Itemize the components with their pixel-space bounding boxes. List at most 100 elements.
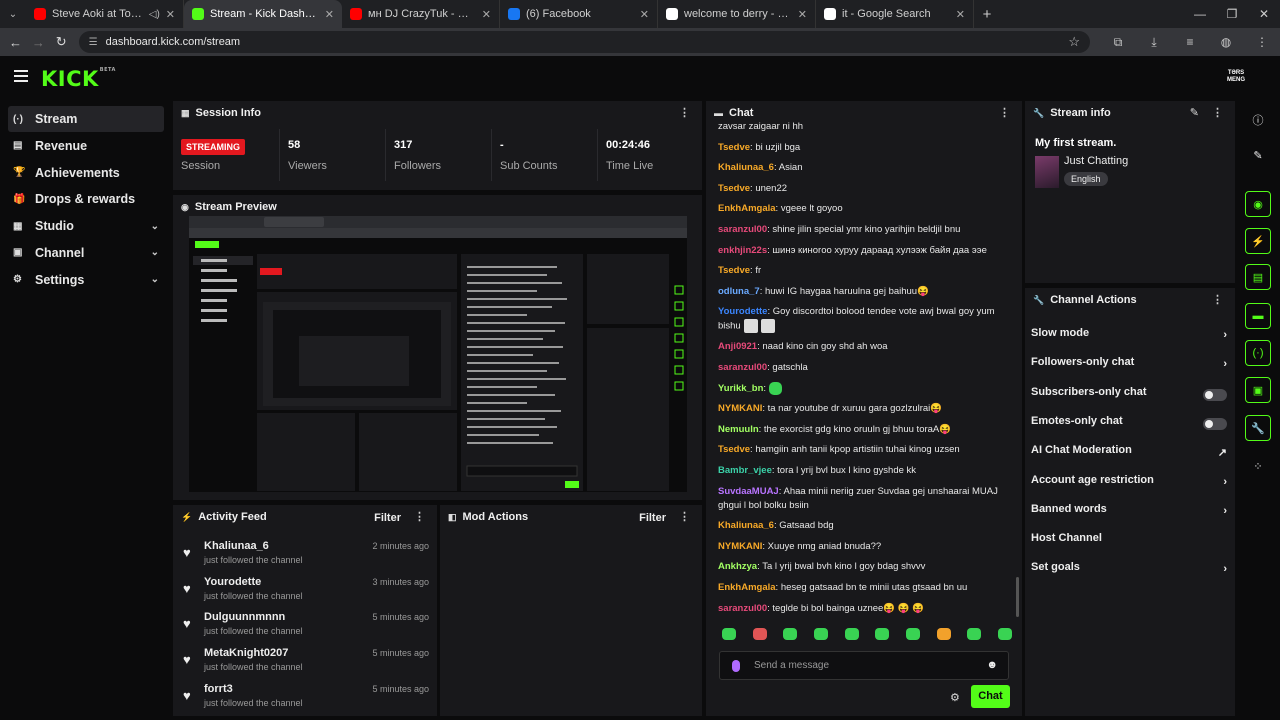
channel-action-host-channel[interactable]: Host Channel xyxy=(1031,532,1227,552)
emote-icon[interactable] xyxy=(905,628,920,640)
channel-action-account-age-restriction[interactable]: Account age restriction › xyxy=(1031,474,1227,494)
url-field[interactable]: ☰ dashboard.kick.com/stream ☆ xyxy=(78,31,1090,53)
new-tab-button[interactable]: + xyxy=(974,6,1000,23)
sidebar-item-achievements[interactable]: 🏆 Achievements xyxy=(8,160,164,186)
emote-icon[interactable] xyxy=(844,628,859,640)
chat-username[interactable]: SuvdaaMUAJ xyxy=(718,486,779,497)
download-icon[interactable]: ⤓ xyxy=(1136,35,1172,50)
chat-scrollbar[interactable] xyxy=(1016,577,1019,617)
follower-name[interactable]: MetaKnight0207 xyxy=(204,647,288,659)
sidebar-item-drops[interactable]: 🎁 Drops & rewards xyxy=(8,186,164,212)
lightning-icon[interactable]: ⚡ xyxy=(1245,228,1271,254)
browser-tab[interactable]: (6) Facebook ✕ xyxy=(500,0,658,28)
channel-action-emotes-only-chat[interactable]: Emotes-only chat xyxy=(1031,415,1227,435)
pencil-icon[interactable]: ✎ xyxy=(1245,142,1271,168)
chat-username[interactable]: Tsedve xyxy=(718,265,750,276)
close-tab-icon[interactable]: ✕ xyxy=(166,8,175,21)
kick-logo[interactable]: KICKBETA xyxy=(41,67,116,91)
chat-username[interactable]: EnkhAmgala xyxy=(718,203,776,214)
document-icon[interactable]: ▤ xyxy=(1245,264,1271,290)
browser-menu-icon[interactable]: ⋮ xyxy=(1244,35,1280,50)
session-menu-icon[interactable]: ⋮ xyxy=(679,106,690,119)
wrench-icon[interactable]: 🔧 xyxy=(1245,415,1271,441)
minimize-icon[interactable]: — xyxy=(1184,0,1216,28)
camera-icon[interactable]: ◉ xyxy=(1245,191,1271,217)
bookmark-star-icon[interactable]: ☆ xyxy=(1068,34,1080,50)
hamburger-menu-icon[interactable] xyxy=(14,70,28,85)
emote-icon[interactable] xyxy=(722,628,736,640)
chat-username[interactable]: NYMKANI xyxy=(718,403,762,414)
sidebar-item-stream[interactable]: (·) Stream xyxy=(8,106,164,132)
channel-action-slow-mode[interactable]: Slow mode › xyxy=(1031,327,1227,347)
browser-tab[interactable]: Stream - Kick Dashboard ✕ xyxy=(184,0,342,28)
channel-action-set-goals[interactable]: Set goals › xyxy=(1031,561,1227,581)
close-tab-icon[interactable]: ✕ xyxy=(482,8,491,21)
toggle-switch[interactable] xyxy=(1203,417,1227,430)
chat-username[interactable]: Ankhzya xyxy=(718,561,757,572)
chat-username[interactable]: Khaliunaa_6 xyxy=(718,162,774,173)
tab-search-icon[interactable]: ⌄ xyxy=(0,0,26,28)
emoji-picker-icon[interactable]: ☻ xyxy=(986,659,998,671)
browser-tab[interactable]: it - Google Search ✕ xyxy=(816,0,974,28)
chat-username[interactable]: Bambr_vjee xyxy=(718,465,772,476)
back-icon[interactable]: ← xyxy=(4,35,27,50)
chat-username[interactable]: odluna_7 xyxy=(718,286,760,297)
broadcast-icon[interactable]: (·) xyxy=(1245,340,1271,366)
stream-category[interactable]: Just Chatting xyxy=(1064,155,1128,167)
chat-username[interactable]: Tsedve xyxy=(718,444,750,455)
apps-icon[interactable]: ⁘ xyxy=(1245,453,1271,479)
chat-username[interactable]: saranzul00 xyxy=(718,224,767,235)
channel-action-followers-only-chat[interactable]: Followers-only chat › xyxy=(1031,356,1227,376)
edit-pencil-icon[interactable]: ✎ xyxy=(1190,106,1199,119)
chat-input[interactable]: Send a message ☻ xyxy=(719,651,1009,680)
close-tab-icon[interactable]: ✕ xyxy=(325,8,334,21)
chat-menu-icon[interactable]: ⋮ xyxy=(999,106,1010,119)
close-tab-icon[interactable]: ✕ xyxy=(640,8,649,21)
emote-icon[interactable] xyxy=(997,628,1012,640)
chat-username[interactable]: Yurikk_bn xyxy=(718,383,763,394)
sidebar-item-settings[interactable]: ⚙ Settings ⌄ xyxy=(8,267,164,293)
speaker-icon[interactable]: ◁) xyxy=(149,9,160,20)
info-icon[interactable]: ⓘ xyxy=(1245,107,1271,133)
send-chat-button[interactable]: Chat xyxy=(971,685,1010,708)
emote-icon[interactable] xyxy=(813,628,828,640)
chat-username[interactable]: Yourodette xyxy=(718,306,767,317)
chat-username[interactable]: NYMKANI xyxy=(718,541,762,552)
chat-username[interactable]: Tsedve xyxy=(718,142,750,153)
forward-icon[interactable]: → xyxy=(27,35,50,50)
chat-settings-icon[interactable]: ⚙ xyxy=(950,691,960,704)
close-window-icon[interactable]: ✕ xyxy=(1248,0,1280,28)
follower-name[interactable]: Dulguunnmnnn xyxy=(204,611,285,623)
browser-tab[interactable]: мн DJ CrazyTuk - Mixset (LIVE) ✕ xyxy=(342,0,500,28)
channel-action-banned-words[interactable]: Banned words › xyxy=(1031,503,1227,523)
chat-username[interactable]: Khaliunaa_6 xyxy=(718,520,774,531)
profile-icon[interactable]: ◍ xyxy=(1208,35,1244,50)
emote-icon[interactable] xyxy=(936,628,951,640)
chat-username[interactable]: Nemuuln xyxy=(718,424,759,435)
toggle-switch[interactable] xyxy=(1203,388,1227,401)
mod-filter-button[interactable]: Filter xyxy=(639,512,666,524)
chat-username[interactable]: Tsedve xyxy=(718,183,750,194)
emote-icon[interactable] xyxy=(875,628,890,640)
browser-tab[interactable]: Steve Aoki at Tomorrowland ◁) ✕ xyxy=(26,0,184,28)
emote-icon[interactable] xyxy=(752,628,767,640)
chat-username[interactable]: saranzul00 xyxy=(718,362,767,373)
chat-bubble-icon[interactable]: ▬ xyxy=(1245,303,1271,329)
sidebar-item-channel[interactable]: ▣ Channel ⌄ xyxy=(8,240,164,266)
restore-icon[interactable]: ❐ xyxy=(1216,0,1248,28)
site-settings-icon[interactable]: ☰ xyxy=(89,37,98,48)
mod-menu-icon[interactable]: ⋮ xyxy=(679,510,690,523)
chat-username[interactable]: Anji0921 xyxy=(718,341,757,352)
channel-action-subscribers-only-chat[interactable]: Subscribers-only chat xyxy=(1031,386,1227,406)
activity-filter-button[interactable]: Filter xyxy=(374,512,401,524)
chat-username[interactable]: enkhjin22s xyxy=(718,245,767,256)
channel-actions-menu-icon[interactable]: ⋮ xyxy=(1212,293,1223,306)
reload-icon[interactable]: ↻ xyxy=(50,34,73,50)
stream-preview-video[interactable] xyxy=(189,216,687,492)
emote-icon[interactable] xyxy=(967,628,982,640)
follower-name[interactable]: forrt3 xyxy=(204,683,233,695)
sidebar-item-revenue[interactable]: ▤ Revenue xyxy=(8,133,164,159)
sidebar-item-studio[interactable]: ▦ Studio ⌄ xyxy=(8,213,164,239)
chat-username[interactable]: EnkhAmgala xyxy=(718,582,776,593)
emote-icon[interactable] xyxy=(783,628,798,640)
